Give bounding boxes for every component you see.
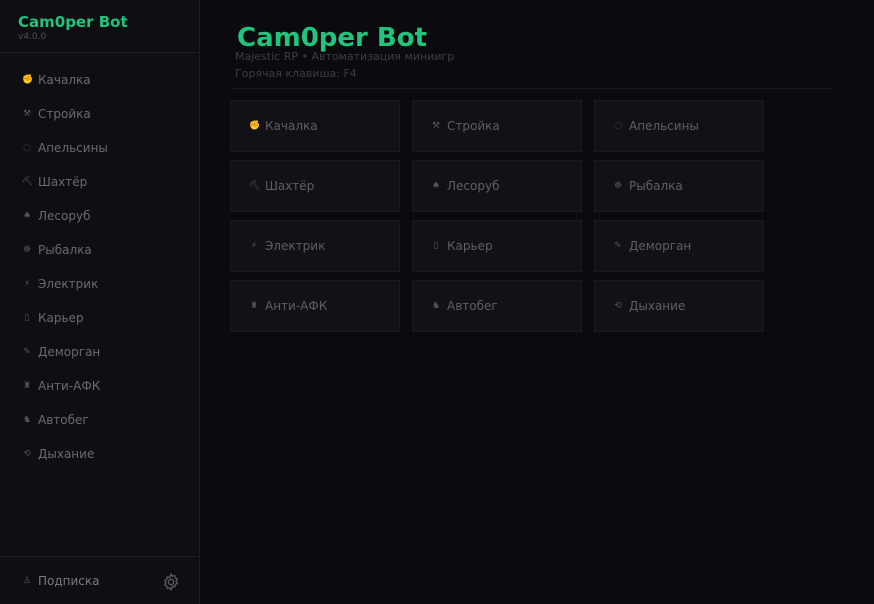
hammer-icon: ⚒ — [22, 109, 32, 119]
module-card-label: Электрик — [265, 239, 326, 253]
page-title: Cam0per Bot — [237, 23, 428, 53]
quarry-icon: ▯ — [24, 313, 30, 323]
hammer-icon: ⚒ — [431, 121, 441, 131]
module-card-label: Шахтёр — [265, 179, 315, 193]
sidebar-item-breath[interactable]: ⟲ Дыхание — [0, 437, 199, 471]
sidebar-item-label: Анти-АФК — [38, 379, 101, 393]
module-card-orange[interactable]: ◌ Апельсины — [594, 100, 764, 152]
sidebar-nav: ✊ Качалка ⚒ Стройка ◌ Апельсины ⛏ Шахтёр ♠ Лесору… — [0, 63, 199, 471]
muscle-icon: ✊ — [22, 75, 34, 85]
module-card-lightning[interactable]: ⚡ Электрик — [230, 220, 400, 272]
sidebar-item-label: Качалка — [38, 73, 91, 87]
sidebar-item-hammer[interactable]: ⚒ Стройка — [0, 97, 199, 131]
brand-title: Cam0per Bot — [18, 13, 128, 31]
breath-icon: ⟲ — [614, 301, 622, 311]
app-version: v4.0.0 — [18, 32, 47, 42]
flask-icon: ♜ — [249, 301, 259, 311]
sidebar-item-label: Карьер — [38, 311, 84, 325]
app-window: Cam0per Bot v4.0.0 ✊ Качалка ⚒ Стройка ◌ Апел… — [0, 0, 874, 604]
sidebar: Cam0per Bot v4.0.0 ✊ Качалка ⚒ Стройка ◌ Апел… — [0, 0, 200, 604]
module-card-label: Деморган — [629, 239, 692, 253]
sidebar-item-label: Деморган — [38, 345, 101, 359]
settings-button[interactable] — [161, 572, 181, 592]
orange-icon: ◌ — [23, 143, 31, 153]
module-card-runner[interactable]: ♞ Автобег — [412, 280, 582, 332]
module-card-fish[interactable]: ☸ Рыбалка — [594, 160, 764, 212]
lightning-icon: ⚡ — [23, 279, 31, 289]
module-card-quarry[interactable]: ▯ Карьер — [412, 220, 582, 272]
subscription-button[interactable]: ♙ Подписка — [22, 574, 100, 588]
brand-header: Cam0per Bot v4.0.0 — [0, 0, 199, 53]
main-panel: Majestic RP • Автоматизация миниигр Cam0… — [200, 0, 874, 604]
sidebar-item-tree[interactable]: ♠ Лесоруб — [0, 199, 199, 233]
sidebar-item-label: Рыбалка — [38, 243, 92, 257]
sidebar-item-label: Шахтёр — [38, 175, 88, 189]
sidebar-item-fish[interactable]: ☸ Рыбалка — [0, 233, 199, 267]
pickaxe-icon: ⛏ — [249, 181, 261, 191]
module-card-label: Апельсины — [629, 119, 699, 133]
sidebar-item-label: Апельсины — [38, 141, 108, 155]
sidebar-item-lightning[interactable]: ⚡ Электрик — [0, 267, 199, 301]
module-card-label: Дыхание — [629, 299, 686, 313]
module-card-label: Качалка — [265, 119, 318, 133]
sidebar-item-label: Электрик — [38, 277, 99, 291]
module-card-label: Стройка — [447, 119, 500, 133]
sidebar-item-orange[interactable]: ◌ Апельсины — [0, 131, 199, 165]
fish-icon: ☸ — [22, 245, 32, 255]
user-icon: ♙ — [22, 575, 32, 586]
sidebar-item-label: Стройка — [38, 107, 91, 121]
module-grid: ✊ Качалка ⚒ Стройка ◌ Апельсины ⛏ Шахтёр ♠ Лесору… — [230, 100, 764, 332]
runner-icon: ♞ — [22, 415, 32, 425]
module-card-muscle[interactable]: ✊ Качалка — [230, 100, 400, 152]
sidebar-item-pickaxe[interactable]: ⛏ Шахтёр — [0, 165, 199, 199]
module-card-label: Карьер — [447, 239, 493, 253]
runner-icon: ♞ — [431, 301, 441, 311]
pen-icon: ✎ — [614, 241, 622, 251]
sidebar-item-flask[interactable]: ♜ Анти-АФК — [0, 369, 199, 403]
sidebar-item-label: Лесоруб — [38, 209, 91, 223]
fish-icon: ☸ — [613, 181, 623, 191]
sidebar-item-quarry[interactable]: ▯ Карьер — [0, 301, 199, 335]
sidebar-item-label: Дыхание — [38, 447, 95, 461]
module-card-hammer[interactable]: ⚒ Стройка — [412, 100, 582, 152]
lightning-icon: ⚡ — [250, 241, 258, 251]
sidebar-item-runner[interactable]: ♞ Автобег — [0, 403, 199, 437]
module-card-pickaxe[interactable]: ⛏ Шахтёр — [230, 160, 400, 212]
pen-icon: ✎ — [23, 347, 31, 357]
quarry-icon: ▯ — [433, 241, 439, 251]
module-card-label: Лесоруб — [447, 179, 500, 193]
tree-icon: ♠ — [22, 211, 32, 221]
module-card-label: Рыбалка — [629, 179, 683, 193]
pickaxe-icon: ⛏ — [22, 177, 34, 187]
header-divider — [230, 88, 832, 89]
sidebar-item-label: Автобег — [38, 413, 89, 427]
breath-icon: ⟲ — [23, 449, 31, 459]
module-card-label: Анти-АФК — [265, 299, 328, 313]
module-card-pen[interactable]: ✎ Деморган — [594, 220, 764, 272]
module-card-tree[interactable]: ♠ Лесоруб — [412, 160, 582, 212]
flask-icon: ♜ — [22, 381, 32, 391]
module-card-breath[interactable]: ⟲ Дыхание — [594, 280, 764, 332]
gear-icon — [163, 572, 179, 592]
tree-icon: ♠ — [431, 181, 441, 191]
module-card-flask[interactable]: ♜ Анти-АФК — [230, 280, 400, 332]
sidebar-footer: ♙ Подписка — [0, 556, 199, 604]
hotkey-hint: Горячая клавиша: F4 — [235, 67, 357, 80]
module-card-label: Автобег — [447, 299, 498, 313]
subscription-label: Подписка — [38, 573, 100, 588]
muscle-icon: ✊ — [249, 121, 261, 131]
sidebar-item-muscle[interactable]: ✊ Качалка — [0, 63, 199, 97]
sidebar-item-pen[interactable]: ✎ Деморган — [0, 335, 199, 369]
orange-icon: ◌ — [614, 121, 622, 131]
